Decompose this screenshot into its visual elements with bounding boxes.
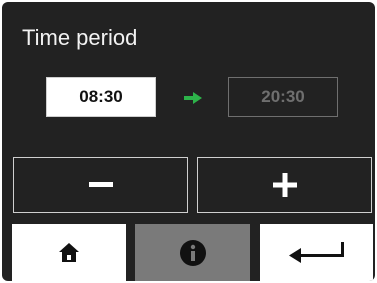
info-button[interactable] xyxy=(135,224,250,281)
increase-button[interactable] xyxy=(197,157,372,213)
start-time-field[interactable]: 08:30 xyxy=(46,77,156,117)
end-time-field[interactable]: 20:30 xyxy=(228,77,338,117)
info-icon xyxy=(179,239,206,266)
decrease-button[interactable] xyxy=(13,157,188,213)
page-title: Time period xyxy=(22,25,138,50)
home-button[interactable] xyxy=(12,224,126,281)
return-arrow-icon xyxy=(288,241,344,263)
home-icon xyxy=(59,243,79,262)
back-button[interactable] xyxy=(260,224,373,281)
plus-icon xyxy=(272,173,297,197)
arrow-right-icon xyxy=(184,92,202,104)
minus-icon xyxy=(88,182,113,187)
screen: Time period 08:30 20:30 xyxy=(2,2,375,281)
